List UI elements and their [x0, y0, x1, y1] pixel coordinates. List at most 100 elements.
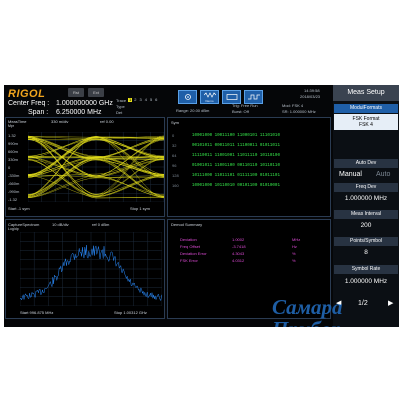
fsk-format-button[interactable]: FSK Format FSK 4 — [334, 114, 398, 130]
range-status: Range: 20.00 dBm — [176, 108, 210, 113]
page-next-icon[interactable]: ▶ — [388, 300, 393, 307]
demod-value: 4.0312 — [232, 258, 245, 263]
symbol-rate-value[interactable]: 1.000000 MHz — [334, 278, 398, 285]
points-symbol-button[interactable]: Points/Symbol — [334, 237, 398, 246]
ext-button[interactable]: Ext — [88, 88, 104, 97]
trace-1[interactable]: 1 — [128, 98, 133, 102]
eye-ytick: -990m — [8, 189, 20, 194]
demod-row: FSK Error 4.0312 % — [180, 259, 320, 266]
eye-stop: Stop 1 sym — [130, 206, 151, 211]
symbol-index: 96 — [172, 163, 177, 168]
demod-unit: % — [292, 258, 296, 263]
auto-dev-manual[interactable]: Manual — [339, 171, 362, 178]
det-label: Det — [116, 110, 123, 115]
symbol-rate-status: SR: 1.000000 MHz — [282, 109, 316, 114]
page-indicator: 1/2 — [358, 300, 368, 307]
type-label: Type — [116, 104, 125, 109]
spectrum-scale: 10 dB/div — [52, 222, 69, 227]
eye-ytick: 1.32 — [8, 133, 16, 138]
demod-row: Deviation Error 4.3043 % — [180, 252, 320, 259]
spectrum-grid — [20, 232, 162, 306]
analyzer-screen: RIGOL Rst Ext Center Freq : 1.000000000 … — [4, 85, 399, 327]
reset-button[interactable]: Rst — [68, 88, 84, 97]
center-freq-value[interactable]: 1.000000000 GHz — [56, 100, 113, 107]
spectrum-ref: ref 0 dBm — [92, 222, 110, 227]
symbol-row: 64 11110011 11001001 11011110 10110100 — [172, 154, 328, 164]
spectrum-plot — [20, 232, 162, 306]
demod-title: Demod Summary — [171, 222, 203, 227]
demod-label: Freq Offset — [180, 244, 200, 249]
auto-dev-toggle[interactable]: Manual Auto — [334, 169, 398, 181]
trace-5[interactable]: 5 — [149, 98, 153, 102]
eye-ytick: -330m — [8, 173, 20, 178]
demod-label: Deviation Error — [180, 251, 207, 256]
demod-unit: MHz — [292, 237, 301, 242]
symbol-index: 160 — [172, 183, 179, 188]
watermark-line2: Прибор — [272, 317, 342, 327]
eye-ref: ref 0.00 — [100, 119, 114, 124]
symbol-rate-button[interactable]: Symbol Rate — [334, 265, 398, 274]
eye-diagram-plot — [28, 132, 164, 202]
symbols-pane[interactable]: Sym 0 10001000 10011100 11000101 11101010… — [167, 117, 331, 217]
symbol-bits: 10001000 10011100 11000101 11101010 — [192, 134, 280, 138]
symbol-bits: 10001000 10110010 00101100 01010001 — [192, 184, 280, 188]
symbol-bits: 01001011 11001100 00110110 10110110 — [192, 164, 280, 168]
pulse-icon — [247, 94, 260, 99]
rigol-logo: RIGOL — [8, 88, 46, 100]
trace-6[interactable]: 6 — [154, 98, 158, 102]
eye-ytick: 660m — [8, 149, 19, 154]
modul-formats-tab[interactable]: ModulFormats — [334, 104, 398, 113]
demod-unit: % — [292, 251, 296, 256]
demod-label: Deviation — [180, 237, 197, 242]
eye-ytick: -660m — [8, 181, 20, 186]
demod-row: Deviation 1.0002 MHz — [180, 238, 320, 245]
demod-table: Deviation 1.0002 MHz Freq Offset -3.7418… — [180, 238, 320, 266]
symbol-index: 0 — [172, 133, 175, 138]
freq-dev-button[interactable]: Freq Dev — [334, 183, 398, 192]
symbol-bits: 11110011 11001001 11011110 10110100 — [192, 154, 280, 158]
trace-4[interactable]: 4 — [144, 98, 148, 102]
tool-button-4[interactable] — [244, 90, 263, 104]
meas-interval-button[interactable]: Meas Interval — [334, 210, 398, 219]
spectrum-unit: Log/dp — [8, 227, 19, 231]
symbol-row: 32 00101011 00011011 11100011 01011011 — [172, 144, 328, 154]
spectrum-pane[interactable]: CaptureSpectrum Log/dp 10 dB/div ref 0 d… — [5, 219, 165, 319]
span-value[interactable]: 6.250000 MHz — [56, 109, 102, 116]
freq-dev-value[interactable]: 1.000000 MHz — [334, 195, 398, 202]
trace-selector[interactable]: 1 2 3 4 5 6 — [128, 98, 158, 102]
spectrum-stop: Stop 1.00312 GHz — [114, 310, 147, 315]
auto-dev-auto[interactable]: Auto — [376, 171, 390, 178]
center-freq-label: Center Freq : — [8, 100, 50, 107]
clock-time: 14:39:58 — [304, 88, 320, 93]
demod-unit: Hz — [292, 244, 297, 249]
trig-status: Trig: Free Run — [232, 103, 258, 108]
points-symbol-value[interactable]: 8 — [334, 249, 398, 256]
tool-button-3[interactable] — [222, 90, 241, 104]
symbol-index: 32 — [172, 143, 177, 148]
symbol-index: 128 — [172, 173, 179, 178]
waveform-icon — [203, 91, 216, 98]
burst-status: Burst: Off — [232, 109, 249, 114]
trace-2[interactable]: 2 — [133, 98, 137, 102]
eye-diagram-pane[interactable]: MeasTime Mpr 330 m/div ref 0.00 1.32 990… — [5, 117, 165, 217]
symbol-row: 128 10111000 11011101 01111100 01011101 — [172, 174, 328, 184]
demod-label: FSK Error — [180, 258, 198, 263]
symbol-row: 0 10001000 10011100 11000101 11101010 — [172, 134, 328, 144]
demod-value: 4.3043 — [232, 251, 245, 256]
eye-ytick: -1.32 — [8, 197, 18, 202]
demod-value: -3.7418 — [232, 244, 246, 249]
meas-interval-value[interactable]: 200 — [334, 222, 398, 229]
demo-button[interactable]: Demo — [200, 90, 219, 104]
symbol-index: 64 — [172, 153, 177, 158]
page-nav: ◀ 1/2 ▶ — [334, 298, 398, 310]
spectrum-start: Start 996.875 MHz — [20, 310, 54, 315]
trace-3[interactable]: 3 — [138, 98, 142, 102]
eye-start: Start -1 sym — [8, 206, 30, 211]
eye-ytick: 0 — [8, 165, 11, 170]
menu-title: Meas Setup — [333, 85, 399, 101]
tool-button-1[interactable] — [178, 90, 197, 104]
eye-unit: Mpr — [8, 124, 15, 128]
mod-status: Mod: FSK 4 — [282, 103, 304, 108]
symbol-bits: 10111000 11011101 01111100 01011101 — [192, 174, 280, 178]
clock-date: 2018/03/23 — [300, 94, 321, 99]
